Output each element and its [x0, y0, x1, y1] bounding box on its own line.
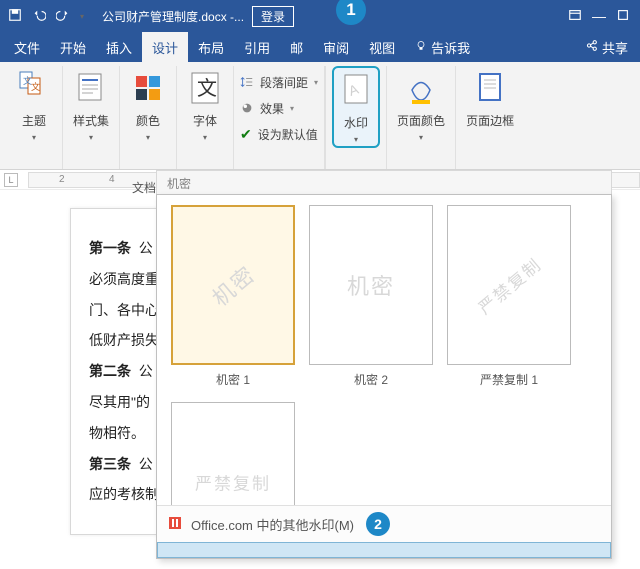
group-styleset: 样式集 ▾	[63, 66, 120, 169]
gallery-caption: 机密 1	[216, 371, 250, 388]
gallery-thumb[interactable]: 严禁复制	[447, 205, 571, 365]
tab-insert[interactable]: 插入	[96, 32, 142, 62]
fonts-button[interactable]: 文 字体 ▾	[183, 66, 227, 144]
watermark-preview-text: 机密	[204, 257, 261, 312]
gallery-item-donotcopy-1[interactable]: 严禁复制 严禁复制 1	[447, 205, 571, 388]
watermark-gallery-header: 机密	[156, 170, 612, 194]
gallery-footer-highlight-row[interactable]	[157, 542, 611, 558]
ruler-tick: 4	[109, 174, 115, 185]
effects-label: 效果	[260, 100, 284, 117]
themes-icon: 文文	[16, 68, 52, 108]
gallery-caption: 严禁复制 1	[480, 371, 538, 388]
tab-design[interactable]: 设计	[142, 32, 188, 62]
svg-text:文: 文	[31, 81, 40, 92]
gallery-item-confidential-1[interactable]: 机密 机密 1	[171, 205, 295, 388]
fonts-icon: 文	[187, 68, 223, 108]
colors-button[interactable]: 颜色 ▾	[126, 66, 170, 144]
titlebar: ▾ 公司财产管理制度.docx -... 登录 —	[0, 0, 640, 32]
gallery-footer: Office.com 中的其他水印(M) 2	[157, 505, 611, 558]
styleset-icon	[73, 68, 109, 108]
effects-button[interactable]: 效果 ▾	[240, 98, 294, 118]
themes-label: 主题	[22, 112, 46, 129]
page-color-button[interactable]: 页面颜色 ▾	[393, 66, 449, 144]
chevron-down-icon: ▾	[419, 133, 423, 142]
watermark-label: 水印	[344, 114, 368, 131]
chevron-down-icon: ▾	[203, 133, 207, 142]
watermark-icon: A	[338, 70, 374, 110]
set-default-button[interactable]: ✔ 设为默认值	[240, 124, 318, 144]
ribbon-tabs: 文件 开始 插入 设计 布局 引用 邮 审阅 视图 告诉我 共享	[0, 32, 640, 62]
save-icon[interactable]	[8, 8, 22, 25]
chevron-down-icon: ▾	[89, 133, 93, 142]
chevron-down-icon: ▾	[146, 133, 150, 142]
redo-icon[interactable]	[56, 8, 70, 25]
page-color-icon	[403, 68, 439, 108]
para-spacing-label: 段落间距	[260, 74, 308, 91]
minimize-button[interactable]: —	[592, 8, 606, 24]
tellme-label: 告诉我	[431, 38, 470, 57]
quick-access-toolbar: ▾	[8, 8, 84, 25]
callout-2: 2	[366, 512, 390, 536]
watermark-preview-text: 严禁复制	[472, 251, 546, 319]
document-title: 公司财产管理制度.docx -...	[102, 8, 244, 25]
share-icon	[585, 39, 598, 55]
tab-review[interactable]: 审阅	[313, 32, 359, 62]
group-page-color: 页面颜色 ▾	[387, 66, 456, 169]
tab-references[interactable]: 引用	[234, 32, 280, 62]
share-label: 共享	[602, 38, 628, 57]
window-controls: —	[568, 8, 640, 25]
colors-icon	[130, 68, 166, 108]
chevron-down-icon: ▾	[354, 135, 358, 144]
office-icon	[167, 515, 183, 534]
maximize-button[interactable]	[616, 8, 630, 25]
check-icon: ✔	[240, 126, 252, 143]
more-watermarks-label: Office.com 中的其他水印(M)	[191, 515, 354, 534]
paragraph-spacing-button[interactable]: 段落间距 ▾	[240, 72, 318, 92]
watermark-preview-text: 机密	[347, 269, 395, 301]
chevron-down-icon: ▾	[32, 133, 36, 142]
tab-selector[interactable]: L	[4, 173, 18, 187]
doc-truncated-label: 文档	[132, 179, 156, 196]
group-themes: 文文 主题 ▾	[6, 66, 63, 169]
ruler-tick: 2	[59, 174, 65, 185]
group-colors: 颜色 ▾	[120, 66, 177, 169]
ribbon-content: 文文 主题 ▾ 样式集 ▾ 颜色 ▾ 文 字体 ▾	[0, 62, 640, 170]
qat-dropdown-icon[interactable]: ▾	[80, 12, 84, 21]
group-page-bg: A 水印 ▾	[325, 66, 387, 169]
gallery-caption: 机密 2	[354, 371, 388, 388]
share-button[interactable]: 共享	[573, 32, 640, 62]
tab-file[interactable]: 文件	[4, 32, 50, 62]
styleset-button[interactable]: 样式集 ▾	[69, 66, 113, 144]
login-button[interactable]: 登录	[252, 6, 294, 27]
group-page-border: 页面边框	[456, 66, 524, 169]
gallery-thumb[interactable]: 机密	[171, 205, 295, 365]
colors-label: 颜色	[136, 112, 160, 129]
tab-tellme[interactable]: 告诉我	[405, 32, 480, 62]
undo-icon[interactable]	[32, 8, 46, 25]
fonts-label: 字体	[193, 112, 217, 129]
lightbulb-icon	[415, 40, 427, 55]
page-border-button[interactable]: 页面边框	[462, 66, 518, 131]
themes-button[interactable]: 文文 主题 ▾	[12, 66, 56, 144]
more-watermarks-office-button[interactable]: Office.com 中的其他水印(M) 2	[157, 506, 611, 542]
ribbon-display-icon[interactable]	[568, 8, 582, 25]
watermark-gallery: 机密 机密 1 机密 机密 2 严禁复制 严禁复制 1 严禁复制	[156, 194, 612, 559]
gallery-thumb[interactable]: 机密	[309, 205, 433, 365]
gallery-item-confidential-2[interactable]: 机密 机密 2	[309, 205, 433, 388]
tab-home[interactable]: 开始	[50, 32, 96, 62]
watermark-preview-text: 严禁复制	[195, 470, 271, 495]
group-fonts: 文 字体 ▾	[177, 66, 234, 169]
page-border-icon	[472, 68, 508, 108]
set-default-label: 设为默认值	[258, 126, 318, 143]
page-color-label: 页面颜色	[397, 112, 445, 129]
group-formatting: 段落间距 ▾ 效果 ▾ ✔ 设为默认值	[234, 66, 325, 169]
styleset-label: 样式集	[73, 112, 109, 129]
watermark-button[interactable]: A 水印 ▾	[332, 66, 380, 148]
tab-view[interactable]: 视图	[359, 32, 405, 62]
tab-mailings[interactable]: 邮	[280, 32, 313, 62]
tab-layout[interactable]: 布局	[188, 32, 234, 62]
page-border-label: 页面边框	[466, 112, 514, 129]
svg-text:文: 文	[197, 77, 217, 100]
